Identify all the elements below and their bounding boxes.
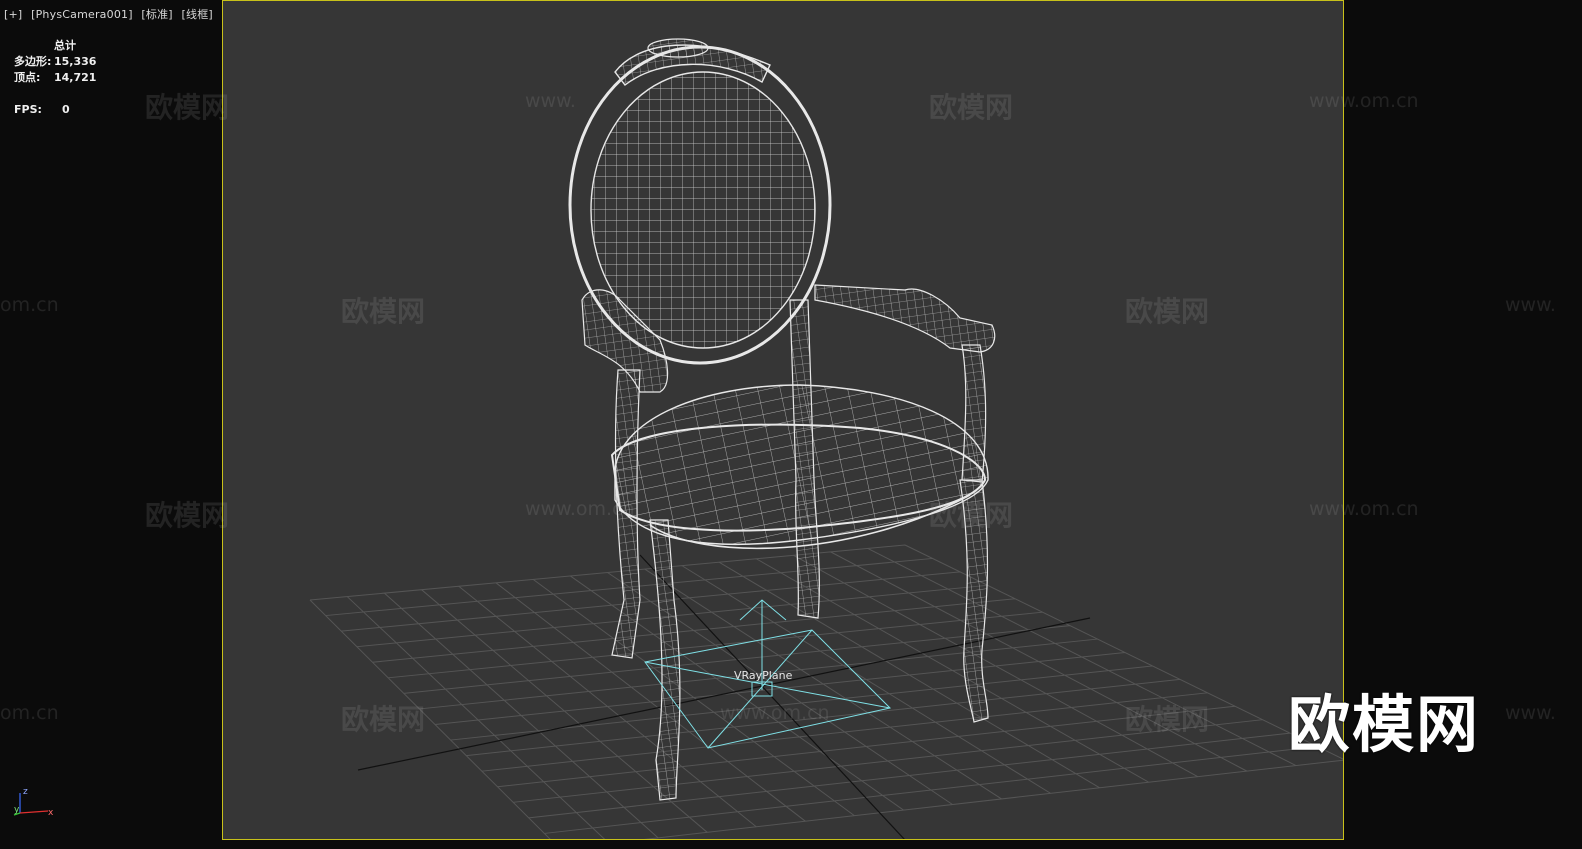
- axis-x-label: x: [48, 808, 54, 818]
- home-grid: [309, 544, 1343, 839]
- chair-seat: [614, 384, 989, 546]
- axis-tripod-icon: z x y: [13, 787, 54, 818]
- axis-y-label: y: [14, 805, 20, 815]
- chair-arm-post-right: [961, 344, 987, 483]
- brand-logo-watermark: 欧模网: [1288, 688, 1481, 761]
- vrayplane-label: VRayPlane: [734, 669, 793, 682]
- chair-wireframe[interactable]: [568, 38, 996, 801]
- chair-armrest-right: [814, 284, 996, 353]
- chair-back-frame-inner: [590, 71, 816, 349]
- axis-z-label: z: [23, 787, 28, 797]
